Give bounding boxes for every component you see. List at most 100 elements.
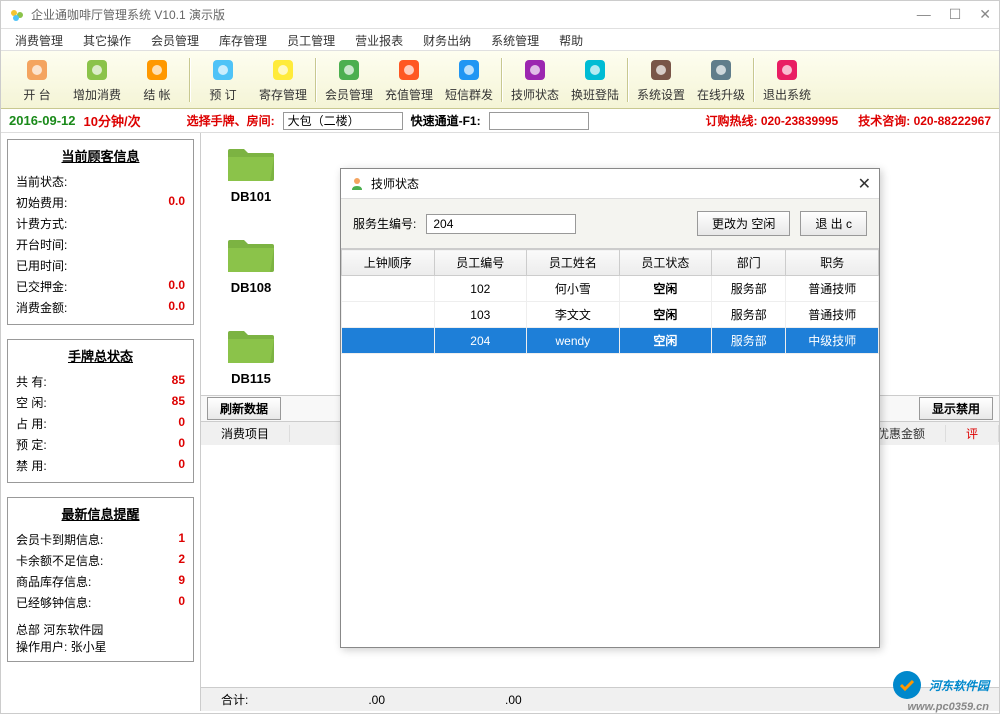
table-row[interactable]: 102何小雪空闲服务部普通技师 [342,276,879,302]
table-row[interactable]: 204wendy空闲服务部中级技师 [342,328,879,354]
col-header[interactable]: 部门 [712,250,786,276]
col-item: 消费项目 [201,425,290,442]
toolbar-icon [23,56,51,84]
toolbar-寄存管理[interactable]: 寄存管理 [253,53,313,107]
toolbar-系统设置[interactable]: 系统设置 [631,53,691,107]
maximize-button[interactable]: ☐ [949,6,962,23]
info-row: 已经够钟信息:0 [16,592,185,613]
staff-id-label: 服务生编号: [353,215,416,232]
folder-icon [226,325,276,365]
room-DB115[interactable]: DB115 [211,325,291,386]
change-status-button[interactable]: 更改为 空闲 [697,211,790,236]
customer-info-title: 当前顾客信息 [16,146,185,165]
show-banned-button[interactable]: 显示禁用 [919,397,993,420]
col-header[interactable]: 上钟顺序 [342,250,435,276]
status-rows: 共 有:85空 闲:85占 用:0预 定:0禁 用:0 [16,371,185,476]
toolbar-短信群发[interactable]: 短信群发 [439,53,499,107]
menu-消费管理[interactable]: 消费管理 [5,29,73,50]
operator-info: 操作用户: 张小星 [16,638,185,655]
toolbar-icon [455,56,483,84]
col-header[interactable]: 员工姓名 [527,250,620,276]
menu-财务出纳[interactable]: 财务出纳 [413,29,481,50]
status-box: 手牌总状态 共 有:85空 闲:85占 用:0预 定:0禁 用:0 [7,339,194,483]
info-row: 已用时间: [16,255,185,276]
app-icon [9,7,25,23]
col-header[interactable]: 员工编号 [434,250,527,276]
toolbar-icon [269,56,297,84]
dialog-table: 上钟顺序员工编号员工姓名员工状态部门职务 102何小雪空闲服务部普通技师103李… [341,249,879,647]
menu-其它操作[interactable]: 其它操作 [73,29,141,50]
customer-info-box: 当前顾客信息 当前状态:初始费用:0.0计费方式:开台时间:已用时间:已交押金:… [7,139,194,325]
total-v1: .00 [368,693,385,707]
alert-box: 最新信息提醒 会员卡到期信息:1卡余额不足信息:2商品库存信息:9已经够钟信息:… [7,497,194,662]
info-row: 商品库存信息:9 [16,571,185,592]
room-input[interactable] [283,112,403,130]
refresh-freq: 10分钟/次 [84,111,141,130]
filter-bar: 2016-09-12 10分钟/次 选择手牌、房间: 快速通道-F1: 订购热线… [1,109,999,133]
toolbar-换班登陆[interactable]: 换班登陆 [565,53,625,107]
customer-rows: 当前状态:初始费用:0.0计费方式:开台时间:已用时间:已交押金:0.0消费金额… [16,171,185,318]
room-DB101[interactable]: DB101 [211,143,291,204]
toolbar-icon [335,56,363,84]
technician-status-dialog: 技师状态 ✕ 服务生编号: 更改为 空闲 退 出 c 上钟顺序员工编号员工姓名员… [340,168,880,648]
info-row: 卡余额不足信息:2 [16,550,185,571]
dialog-close-button[interactable]: ✕ [858,174,871,194]
window-controls: — ☐ ✕ [917,6,991,23]
alert-title: 最新信息提醒 [16,504,185,523]
toolbar-预订[interactable]: 预 订 [193,53,253,107]
toolbar: 开 台增加消费结 帐预 订寄存管理会员管理充值管理短信群发技师状态换班登陆系统设… [1,51,999,109]
toolbar-icon [143,56,171,84]
toolbar-icon [209,56,237,84]
toolbar-icon [83,56,111,84]
menu-系统管理[interactable]: 系统管理 [481,29,549,50]
table-row[interactable]: 103李文文空闲服务部普通技师 [342,302,879,328]
current-date: 2016-09-12 [9,113,76,128]
total-label: 合计: [221,691,248,708]
window-title: 企业通咖啡厅管理系统 V10.1 演示版 [31,6,917,23]
table-header-row: 上钟顺序员工编号员工姓名员工状态部门职务 [342,250,879,276]
hotline-label: 订购热线: 020-23839995 [705,112,838,129]
toolbar-icon [707,56,735,84]
menu-员工管理[interactable]: 员工管理 [277,29,345,50]
info-row: 初始费用:0.0 [16,192,185,213]
toolbar-icon [521,56,549,84]
toolbar-充值管理[interactable]: 充值管理 [379,53,439,107]
minimize-button[interactable]: — [917,6,931,23]
quick-input[interactable] [489,112,589,130]
detail-footer: 合计: .00 .00 [201,687,999,711]
col-header[interactable]: 员工状态 [619,250,712,276]
dialog-icon [349,176,365,192]
close-button[interactable]: ✕ [979,6,991,23]
toolbar-在线升级[interactable]: 在线升级 [691,53,751,107]
watermark: 河东软件园 www.pc0359.cn [891,669,989,701]
tech-support: 技术咨询: 020-88222967 [858,112,991,129]
col-rating: 评 [946,425,999,442]
info-row: 共 有:85 [16,371,185,392]
refresh-button[interactable]: 刷新数据 [207,397,281,420]
menu-帮助[interactable]: 帮助 [549,29,593,50]
info-row: 计费方式: [16,213,185,234]
room-DB108[interactable]: DB108 [211,234,291,295]
menu-营业报表[interactable]: 营业报表 [345,29,413,50]
exit-button[interactable]: 退 出 c [800,211,867,236]
menu-会员管理[interactable]: 会员管理 [141,29,209,50]
toolbar-会员管理[interactable]: 会员管理 [319,53,379,107]
toolbar-增加消费[interactable]: 增加消费 [67,53,127,107]
folder-icon [226,234,276,274]
left-panel: 当前顾客信息 当前状态:初始费用:0.0计费方式:开台时间:已用时间:已交押金:… [1,133,201,711]
toolbar-开台[interactable]: 开 台 [7,53,67,107]
folder-icon [226,143,276,183]
col-header[interactable]: 职务 [786,250,879,276]
info-row: 预 定:0 [16,434,185,455]
info-row: 已交押金:0.0 [16,276,185,297]
staff-id-input[interactable] [426,214,576,234]
toolbar-icon [581,56,609,84]
menu-库存管理[interactable]: 库存管理 [209,29,277,50]
info-row: 开台时间: [16,234,185,255]
toolbar-退出系统[interactable]: 退出系统 [757,53,817,107]
branch-info: 总部 河东软件园 [16,621,185,638]
toolbar-结帐[interactable]: 结 帐 [127,53,187,107]
titlebar: 企业通咖啡厅管理系统 V10.1 演示版 — ☐ ✕ [1,1,999,29]
info-row: 禁 用:0 [16,455,185,476]
toolbar-技师状态[interactable]: 技师状态 [505,53,565,107]
